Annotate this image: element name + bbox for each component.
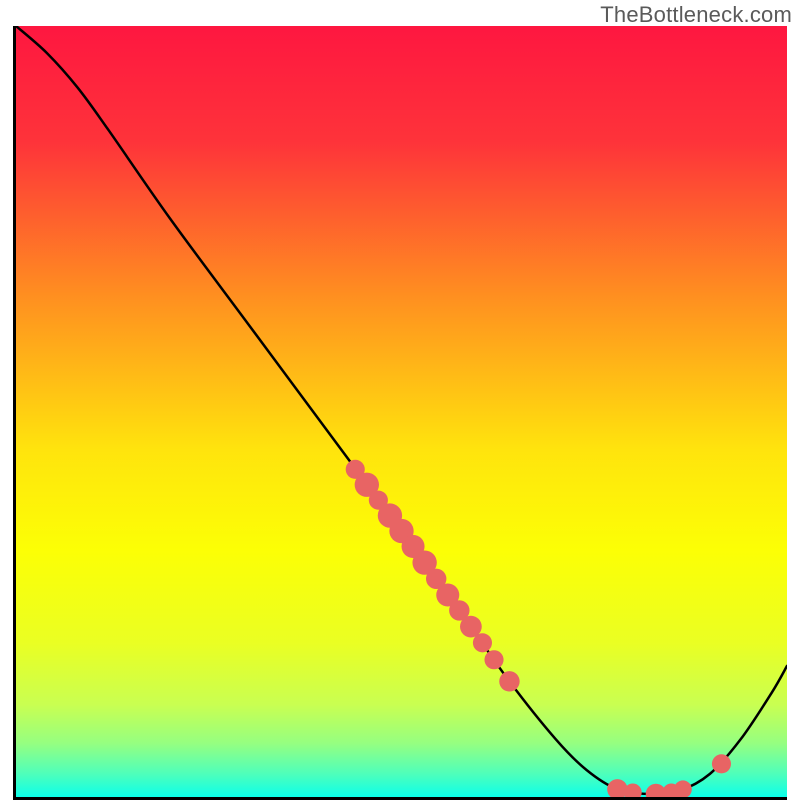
chart-container: TheBottleneck.com — [0, 0, 800, 800]
plot-area — [13, 26, 787, 800]
attribution-text: TheBottleneck.com — [600, 2, 792, 28]
chart-svg — [16, 26, 787, 797]
data-marker — [712, 754, 731, 773]
data-marker — [484, 650, 503, 669]
data-marker — [473, 633, 492, 652]
gradient-background — [16, 26, 787, 797]
data-marker — [499, 671, 519, 691]
